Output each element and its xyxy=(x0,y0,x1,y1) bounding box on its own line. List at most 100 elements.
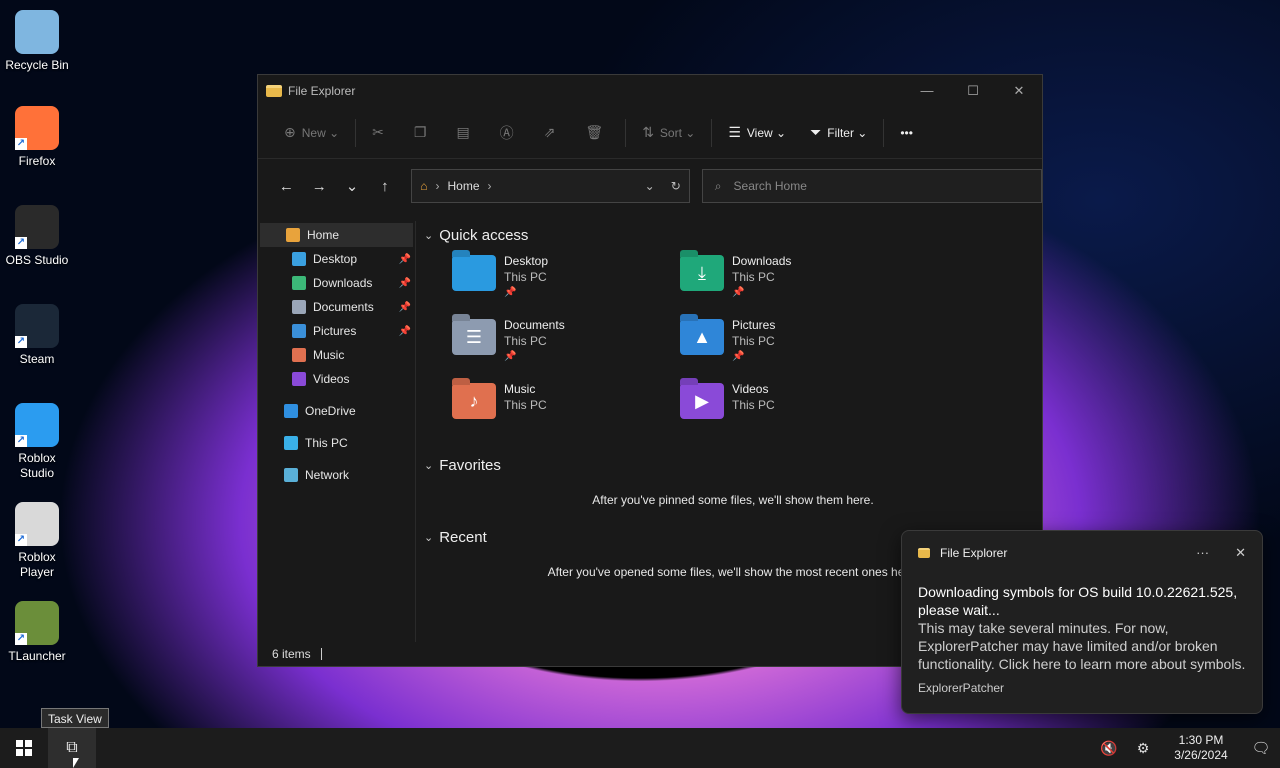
navigation-row: ← → ⌄ ↑ ⌂ › Home › ⌄ ↻ ⌕ Search Home xyxy=(258,159,1042,213)
desktop-shortcut[interactable]: ↗ Steam xyxy=(0,304,74,367)
sidebar-item-pictures[interactable]: Pictures 📌 xyxy=(258,319,415,343)
address-dropdown-icon[interactable]: ⌄ xyxy=(645,179,655,193)
plus-icon: ⊕ xyxy=(284,124,296,140)
volume-muted-icon[interactable]: 🔇 xyxy=(1092,740,1126,757)
obs-icon: ↗ xyxy=(15,205,59,249)
quick-access-item[interactable]: Desktop This PC 📌 xyxy=(452,247,680,311)
folder-glyph-icon: ⤓ xyxy=(698,262,706,283)
desktop-shortcut-label: Recycle Bin xyxy=(5,58,69,72)
sidebar-item-music[interactable]: Music xyxy=(258,343,415,367)
desktop-shortcut[interactable]: ↗ Roblox Studio xyxy=(0,403,74,481)
quick-access-header[interactable]: ⌄ Quick access xyxy=(424,223,1042,247)
folder-icon xyxy=(918,548,930,558)
tlauncher-icon: ↗ xyxy=(15,601,59,645)
toast-close-icon[interactable]: ✕ xyxy=(1235,545,1246,561)
sidebar-item-videos[interactable]: Videos xyxy=(258,367,415,391)
sidebar-item-downloads[interactable]: Downloads 📌 xyxy=(258,271,415,295)
quick-access-item[interactable]: ⤓ Downloads This PC 📌 xyxy=(680,247,908,311)
toast-more-icon[interactable]: ··· xyxy=(1196,545,1209,561)
folder-name: Pictures xyxy=(732,318,776,332)
desktop-shortcut-label: Roblox Studio xyxy=(18,451,56,480)
pin-icon: 📌 xyxy=(504,287,517,298)
view-icon: ☰ xyxy=(728,124,741,140)
up-arrow-icon[interactable]: ↑ xyxy=(368,178,401,195)
favorites-header[interactable]: ⌄ Favorites xyxy=(424,453,1042,477)
title-bar[interactable]: File Explorer — ☐ ✕ xyxy=(258,75,1042,107)
sidebar-item-onedrive[interactable]: OneDrive xyxy=(258,399,415,423)
task-view-button[interactable]: ⧉ xyxy=(48,728,96,768)
command-bar: ⊕ New ⌄ ✂ ❐ ▤ Ⓐ ⇗ 🗑 ⇅ Sort ⌄ ☰ View ⌄ ⏷ Filt… xyxy=(258,107,1042,159)
view-button[interactable]: ☰ View ⌄ xyxy=(716,118,798,148)
quick-access-item[interactable]: ♪ Music This PC xyxy=(452,375,680,439)
quick-access-item[interactable]: ☰ Documents This PC 📌 xyxy=(452,311,680,375)
filter-button[interactable]: ⏷ Filter ⌄ xyxy=(798,118,879,148)
toolbar-divider xyxy=(711,118,713,147)
rename-button[interactable]: Ⓐ xyxy=(488,118,532,148)
quick-access-item[interactable]: ▲ Pictures This PC 📌 xyxy=(680,311,908,375)
settings-gear-icon[interactable]: ⚙ xyxy=(1126,740,1160,757)
folder-name: Videos xyxy=(732,382,769,396)
documents-folder-icon: ☰ xyxy=(452,319,496,355)
cut-button[interactable]: ✂ xyxy=(360,118,402,148)
chevron-down-icon: ⌄ xyxy=(424,229,434,242)
sidebar-item-documents[interactable]: Documents 📌 xyxy=(258,295,415,319)
shortcut-arrow-icon: ↗ xyxy=(15,534,27,546)
start-button[interactable] xyxy=(0,728,48,768)
pin-icon: 📌 xyxy=(398,253,411,265)
breadcrumb-home[interactable]: Home xyxy=(448,179,480,193)
sidebar-item-network[interactable]: Network xyxy=(258,463,415,487)
sidebar-item-label: Pictures xyxy=(313,324,357,338)
desktop-shortcut-label: Roblox Player xyxy=(18,550,56,579)
network-icon xyxy=(284,468,298,482)
quick-access-item[interactable]: ▶ Videos This PC xyxy=(680,375,908,439)
this-pc-icon xyxy=(284,436,298,450)
search-box[interactable]: ⌕ Search Home xyxy=(701,169,1042,203)
sidebar-item-desktop[interactable]: Desktop 📌 xyxy=(258,247,415,271)
desktop-shortcut[interactable]: ↗ Firefox xyxy=(0,106,74,169)
share-button[interactable]: ⇗ xyxy=(532,118,574,148)
maximize-button[interactable]: ☐ xyxy=(950,83,996,99)
clock[interactable]: 1:30 PM 3/26/2024 xyxy=(1166,733,1236,763)
toast-body: This may take several minutes. For now, … xyxy=(918,620,1246,672)
desktop-shortcut[interactable]: ↗ TLauncher xyxy=(0,601,74,664)
desktop-shortcut[interactable]: Recycle Bin xyxy=(0,10,74,73)
new-button[interactable]: ⊕ New ⌄ xyxy=(272,118,351,148)
quick-access-grid: Desktop This PC 📌 ⤓ Downloads This PC 📌 ☰ Docume… xyxy=(424,247,1042,439)
copy-button[interactable]: ❐ xyxy=(402,118,445,148)
shortcut-arrow-icon: ↗ xyxy=(15,237,27,249)
task-view-icon: ⧉ xyxy=(66,739,78,756)
pin-icon: 📌 xyxy=(732,351,745,362)
notification-toast[interactable]: File Explorer ··· ✕ Downloading symbols … xyxy=(901,530,1263,714)
paste-button[interactable]: ▤ xyxy=(444,118,487,148)
back-arrow-icon[interactable]: ← xyxy=(270,178,303,195)
shortcut-arrow-icon: ↗ xyxy=(15,138,27,150)
sort-button[interactable]: ⇅ Sort ⌄ xyxy=(630,118,707,148)
folder-name: Downloads xyxy=(732,254,792,268)
sidebar-item-label: Home xyxy=(307,228,340,242)
recycle-bin-icon xyxy=(15,10,59,54)
favorites-empty-message: After you've pinned some files, we'll sh… xyxy=(592,493,874,507)
search-placeholder: Search Home xyxy=(733,179,807,193)
sidebar-item-label: Desktop xyxy=(313,252,358,266)
search-icon: ⌕ xyxy=(714,178,722,193)
folder-glyph-icon xyxy=(452,255,496,291)
cut-icon: ✂ xyxy=(372,124,384,140)
see-more-button[interactable]: ••• xyxy=(888,118,925,148)
forward-arrow-icon[interactable]: → xyxy=(303,178,336,195)
refresh-icon[interactable]: ↻ xyxy=(671,179,681,193)
minimize-button[interactable]: — xyxy=(904,83,950,99)
sidebar-item-label: Music xyxy=(313,348,345,362)
close-button[interactable]: ✕ xyxy=(996,83,1042,99)
notification-center-icon[interactable]: 🗨 xyxy=(1242,739,1280,757)
delete-button[interactable]: 🗑 xyxy=(573,118,621,148)
recent-locations-chevron-icon[interactable]: ⌄ xyxy=(336,177,369,195)
window-title: File Explorer xyxy=(288,84,356,98)
sidebar-item-home[interactable]: Home xyxy=(260,223,413,247)
desktop-shortcut[interactable]: ↗ OBS Studio xyxy=(0,205,74,268)
address-bar[interactable]: ⌂ › Home › ⌄ ↻ xyxy=(411,169,690,203)
sidebar-item-this-pc[interactable]: This PC xyxy=(258,431,415,455)
paste-icon: ▤ xyxy=(456,124,470,140)
folder-glyph-icon: ▲ xyxy=(693,326,711,347)
pin-icon: 📌 xyxy=(398,277,411,289)
desktop-shortcut[interactable]: ↗ Roblox Player xyxy=(0,502,74,580)
